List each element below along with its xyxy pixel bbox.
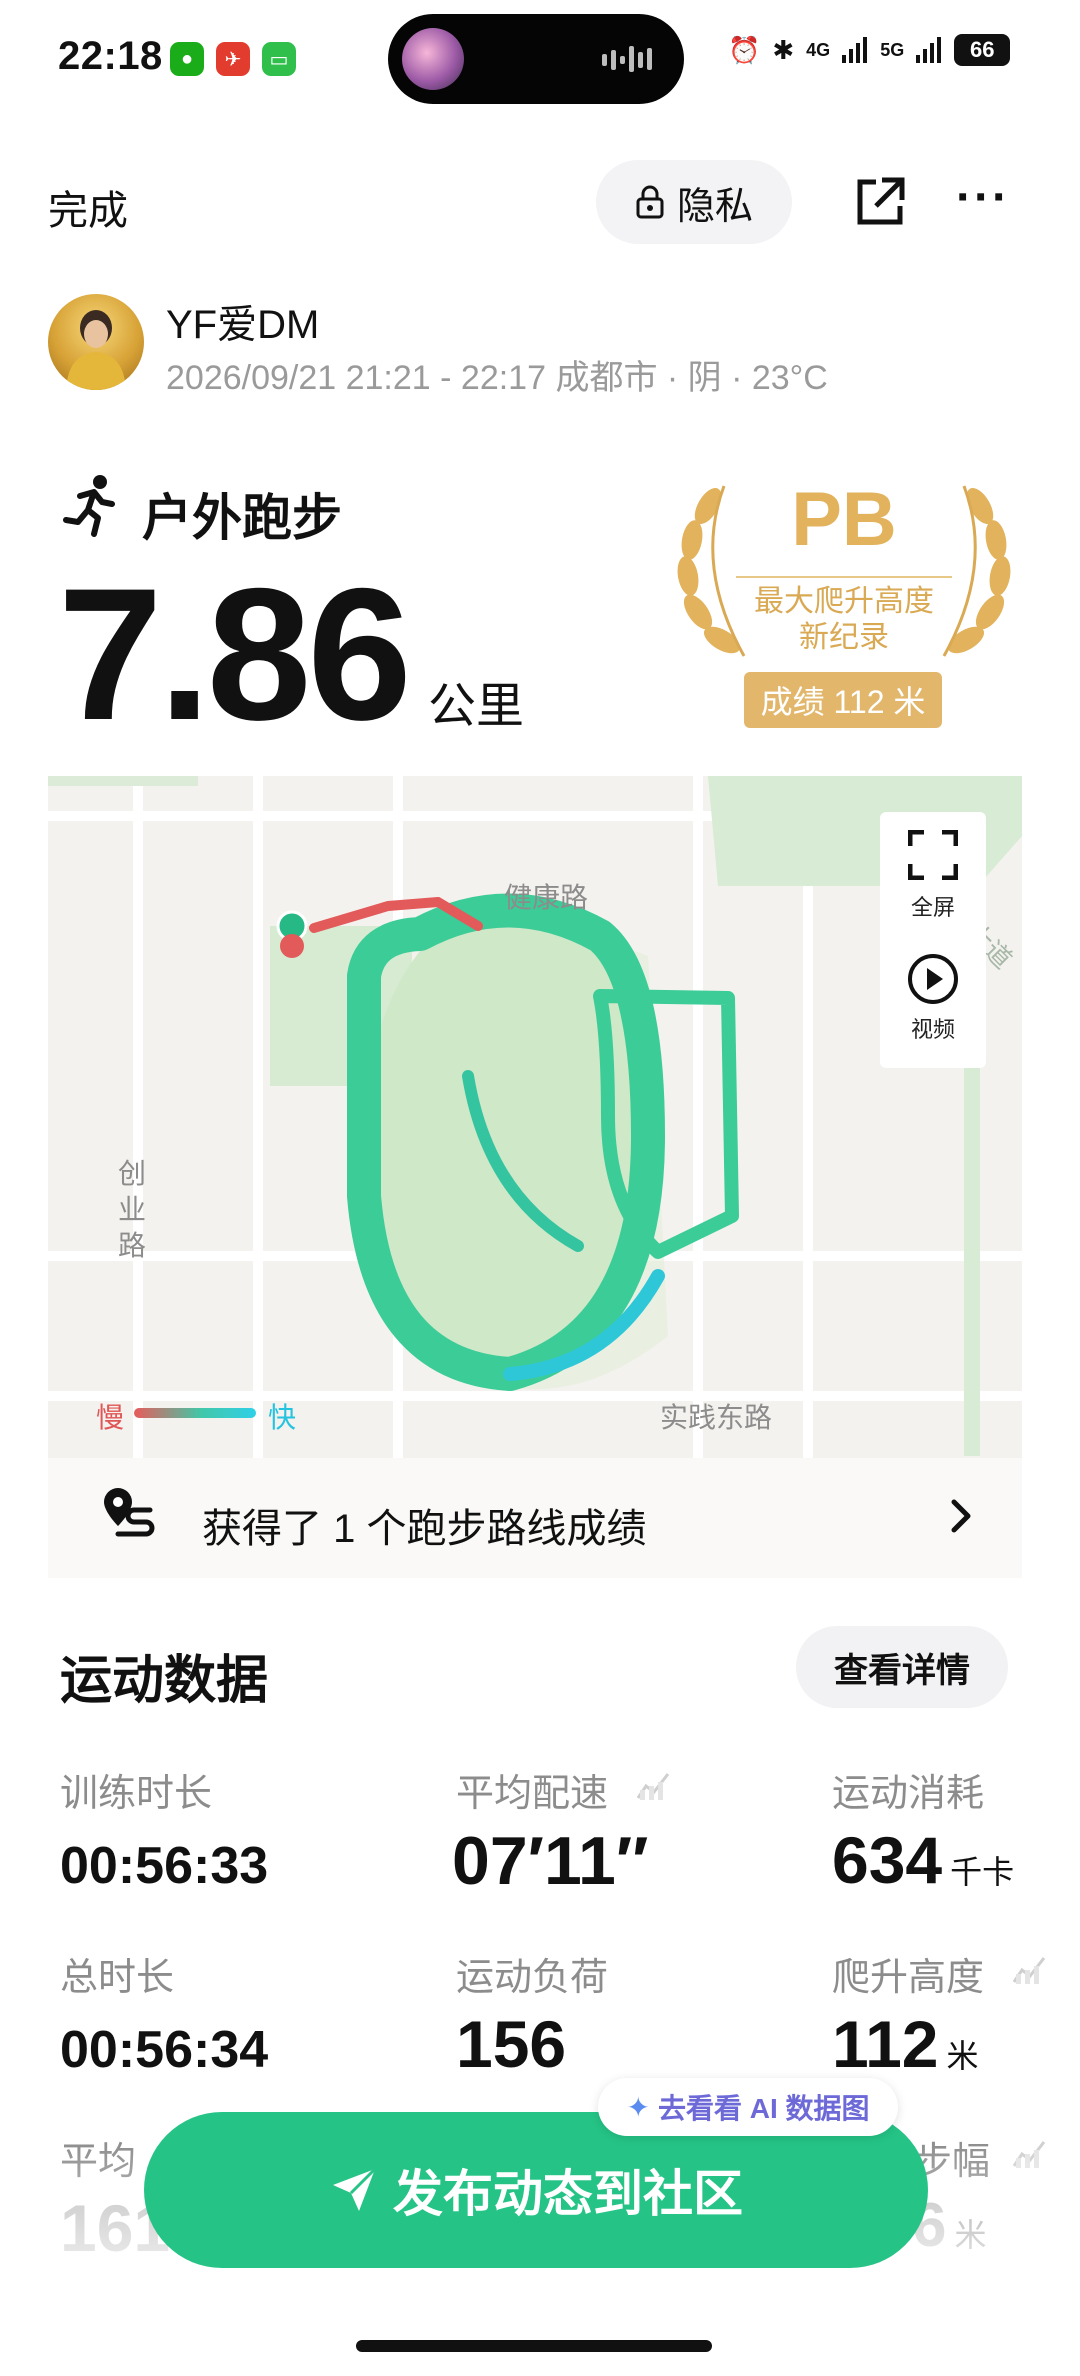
activity-type: 户外跑步 <box>142 490 342 546</box>
stat-unit-calories: 千卡 <box>950 1854 1015 1890</box>
pb-score: 成绩 112 米 <box>744 672 942 728</box>
legend-slow: 慢 <box>96 1402 125 1433</box>
now-playing-avatar <box>402 28 464 90</box>
alarm-icon: ⏰ <box>728 34 761 65</box>
home-indicator[interactable] <box>356 2340 712 2352</box>
more-icon[interactable]: ··· <box>956 170 1016 230</box>
route-achievement-text: 获得了 1 个跑步路线成绩 <box>202 1507 647 1551</box>
route-map[interactable]: 健康路 创业路 实践东路 大道 <box>48 776 1022 1458</box>
username[interactable]: YF爱DM <box>166 292 319 350</box>
distance-value: 7.86 <box>58 549 412 759</box>
road-label-north: 健康路 <box>504 882 589 913</box>
share-icon[interactable] <box>850 172 910 232</box>
map-controls: 全屏 视频 <box>880 812 986 1068</box>
stat-value-training-time: 00:56:33 <box>60 1837 269 1895</box>
stat-label-avg-pace: 平均配速 <box>456 1773 609 1815</box>
signal-bars-icon <box>916 37 942 63</box>
chevron-right-icon <box>951 1499 971 1533</box>
signal-4g: 4G <box>806 39 831 60</box>
privacy-label: 隐私 <box>676 185 753 228</box>
send-icon <box>333 2167 377 2211</box>
ai-pill-label: 去看看 AI 数据图 <box>657 2093 870 2124</box>
avatar[interactable] <box>48 294 144 390</box>
signal-5g: 5G <box>880 39 905 60</box>
pb-divider <box>736 576 952 578</box>
ai-data-chart-button[interactable]: ✦ 去看看 AI 数据图 <box>598 2078 898 2136</box>
stat-value-training-load: 156 <box>456 2007 567 2081</box>
fullscreen-icon[interactable] <box>908 830 958 880</box>
distance-unit: 公里 <box>428 680 525 733</box>
road-label-south: 实践东路 <box>660 1402 773 1433</box>
stat-value-calories: 634 <box>832 1823 943 1897</box>
video-label[interactable]: 视频 <box>880 1012 986 1044</box>
message-icon: ▭ <box>262 42 296 76</box>
pb-record-label: 新纪录 <box>799 621 889 654</box>
activity-meta: 2026/09/21 21:21 - 22:17 成都市 · 阴 · 23°C <box>166 359 828 397</box>
fullscreen-label[interactable]: 全屏 <box>880 890 986 922</box>
running-icon <box>63 475 115 537</box>
pb-title: PB <box>791 477 897 562</box>
wechat-icon: ● <box>170 42 204 76</box>
done-button[interactable]: 完成 <box>48 178 128 236</box>
publish-label: 发布动态到社区 <box>393 2166 743 2222</box>
stat-unit-elevation-gain: 米 <box>946 2038 979 2074</box>
video-play-icon[interactable] <box>906 952 960 1006</box>
bluetooth-icon: ✱ <box>772 34 795 65</box>
status-indicators: ⏰ ✱ 4G 5G 66 <box>728 34 1011 66</box>
stat-elevation-gain: 112 米 <box>832 2006 979 2082</box>
trend-chart-icon[interactable] <box>636 1768 672 1800</box>
section-title: 运动数据 <box>60 1652 269 1710</box>
app-notification-icon: ✈ <box>216 42 250 76</box>
route-pin-icon <box>104 1488 155 1537</box>
stat-value-avg-pace: 07′11″ <box>452 1823 649 1899</box>
pb-badge[interactable]: PB 最大爬升高度 新纪录 成绩 112 米 <box>664 466 1024 736</box>
status-time: 22:18 <box>58 34 163 78</box>
trend-chart-icon[interactable] <box>1012 1952 1048 1984</box>
stat-label-training-load: 运动负荷 <box>456 1957 609 1999</box>
legend-fast: 快 <box>268 1402 297 1433</box>
road-label-west: 创业路 <box>118 1158 147 1261</box>
battery-indicator: 66 <box>954 34 1011 66</box>
sparkle-icon: ✦ <box>626 2091 650 2123</box>
stat-label-calories: 运动消耗 <box>832 1773 985 1815</box>
stat-value-elevation-gain: 112 <box>832 2007 939 2081</box>
audio-wave-icon <box>602 46 652 72</box>
view-details-button[interactable]: 查看详情 <box>796 1626 1008 1708</box>
stat-label-total-time: 总时长 <box>60 1957 175 1999</box>
privacy-button[interactable]: 隐私 <box>596 160 792 244</box>
stat-label-training-time: 训练时长 <box>60 1773 213 1815</box>
lock-icon <box>636 185 664 219</box>
signal-bars-icon <box>842 37 868 63</box>
stat-label-elevation-gain: 爬升高度 <box>832 1957 985 1999</box>
pace-legend-bar <box>134 1408 256 1418</box>
stat-calories: 634 千卡 <box>832 1822 1014 1898</box>
stat-value-total-time: 00:56:34 <box>60 2021 269 2079</box>
avatar-image <box>66 310 126 390</box>
